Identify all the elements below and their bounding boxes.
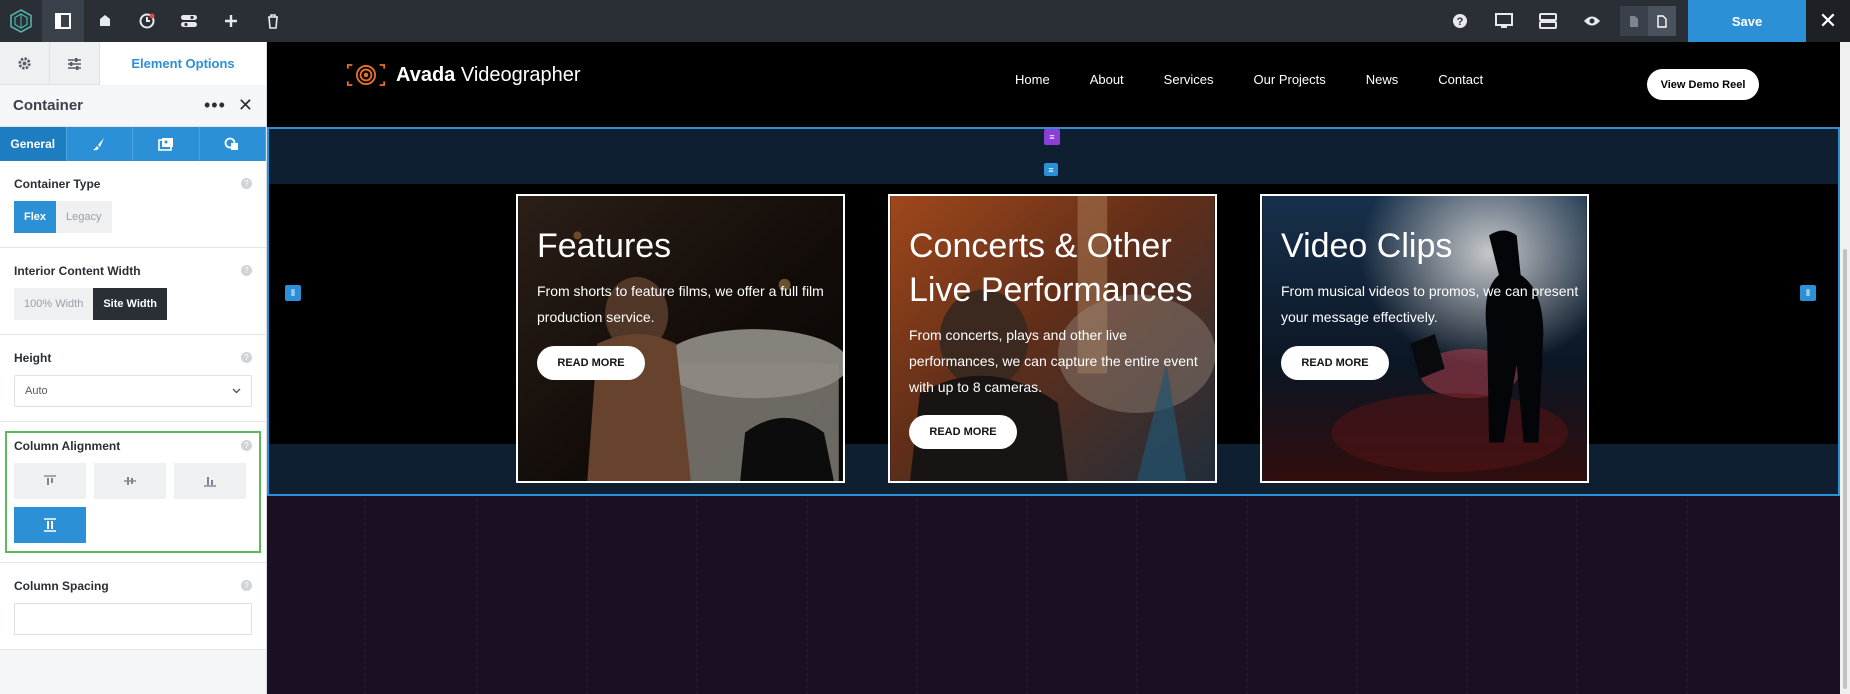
card-text: From musical videos to promos, we can pr… — [1281, 283, 1579, 325]
brand-rest: Videographer — [460, 63, 581, 86]
avada-logo-icon[interactable] — [0, 0, 42, 42]
column-handle-icon[interactable]: ≡ — [1044, 163, 1058, 176]
help-icon[interactable]: ? — [241, 580, 252, 591]
library-icon[interactable] — [84, 0, 126, 42]
nav-about[interactable]: About — [1090, 72, 1124, 87]
nav-news[interactable]: News — [1366, 72, 1399, 87]
card-video-clips: Video Clips From musical videos to promo… — [1260, 194, 1589, 483]
save-button[interactable]: Save — [1688, 0, 1806, 42]
camera-logo-icon — [346, 64, 386, 86]
container-right-resize-handle-icon[interactable]: ⦀ — [1800, 285, 1816, 301]
preview-canvas: Avada Videographer Home About Services O… — [267, 42, 1840, 694]
card-text: From shorts to feature films, we offer a… — [537, 283, 824, 325]
close-panel-icon[interactable]: ✕ — [238, 95, 253, 116]
add-element-icon[interactable] — [210, 0, 252, 42]
tab-general[interactable]: General — [0, 127, 67, 161]
card-text: From concerts, plays and other live perf… — [909, 327, 1198, 395]
delete-icon[interactable] — [252, 0, 294, 42]
layout-sections-icon[interactable] — [1526, 0, 1570, 42]
container-type-label: Container Type — [14, 177, 101, 191]
svg-text:?: ? — [1457, 16, 1464, 28]
height-option: Height ? Auto — [0, 335, 266, 422]
help-icon[interactable]: ? — [241, 352, 252, 363]
align-top-icon[interactable] — [14, 463, 86, 499]
more-options-icon[interactable]: ••• — [204, 95, 226, 116]
align-center-icon[interactable] — [94, 463, 166, 499]
height-select[interactable]: Auto — [14, 375, 252, 407]
height-label: Height — [14, 351, 52, 365]
brand-bold: Avada — [396, 63, 456, 86]
site-title: Avada Videographer — [396, 64, 581, 87]
align-bottom-icon[interactable] — [174, 463, 246, 499]
vertical-scrollbar[interactable] — [1840, 42, 1850, 694]
panel-title: Container — [13, 97, 84, 114]
design-brush-icon[interactable] — [67, 127, 133, 161]
site-brand[interactable]: Avada Videographer — [346, 62, 581, 88]
sliders-icon[interactable] — [50, 42, 100, 85]
align-stretch-icon[interactable] — [14, 507, 86, 543]
read-more-button[interactable]: READ MORE — [537, 346, 645, 380]
container-type-flex[interactable]: Flex — [14, 201, 57, 233]
toolbar-right: ? Save ✕ — [1438, 0, 1850, 42]
desktop-preview-icon[interactable] — [1482, 0, 1526, 42]
option-tabs: General — [0, 127, 266, 161]
toggle-options-icon[interactable] — [168, 0, 210, 42]
view-demo-reel-button[interactable]: View Demo Reel — [1647, 69, 1759, 100]
container-type-toggle: Flex Legacy — [14, 201, 112, 233]
read-more-button[interactable]: READ MORE — [909, 415, 1017, 449]
nav-home[interactable]: Home — [1015, 72, 1050, 87]
read-more-button[interactable]: READ MORE — [1281, 346, 1389, 380]
column-alignment-label: Column Alignment — [14, 439, 121, 453]
card-features: Features From shorts to feature films, w… — [516, 194, 845, 483]
background-image-icon[interactable] — [133, 127, 200, 161]
panel-header: Container ••• ✕ — [0, 85, 266, 127]
history-icon[interactable] — [126, 0, 168, 42]
preview-eye-icon[interactable] — [1570, 0, 1614, 42]
container-type-legacy[interactable]: Legacy — [56, 201, 112, 233]
interior-width-site[interactable]: Site Width — [93, 288, 167, 320]
help-icon[interactable]: ? — [241, 265, 252, 276]
nav-services[interactable]: Services — [1164, 72, 1214, 87]
close-builder-icon[interactable]: ✕ — [1806, 0, 1850, 42]
element-options-sidebar: Element Options Container ••• ✕ General … — [0, 42, 267, 694]
column-alignment-buttons — [14, 463, 252, 543]
settings-gear-icon[interactable] — [0, 42, 50, 85]
interior-width-label: Interior Content Width — [14, 264, 141, 278]
column-alignment-wrapper: Column Alignment ? — [0, 422, 266, 563]
sidebar-tabs: Element Options — [0, 42, 266, 85]
column-spacing-input[interactable] — [14, 603, 252, 635]
interior-width-option: Interior Content Width ? 100% Width Site… — [0, 248, 266, 335]
column-spacing-label: Column Spacing — [14, 579, 109, 593]
site-header: Avada Videographer Home About Services O… — [267, 42, 1840, 127]
builder-toolbar: ? Save ✕ — [0, 0, 1850, 42]
container-type-option: Container Type ? Flex Legacy — [0, 161, 266, 248]
height-select-value: Auto — [25, 385, 48, 397]
column-spacing-option: Column Spacing ? — [0, 563, 266, 650]
card-concerts: Concerts & Other Live Performances From … — [888, 194, 1217, 483]
nav-our-projects[interactable]: Our Projects — [1254, 72, 1326, 87]
container-left-resize-handle-icon[interactable]: ⦀ — [285, 285, 301, 301]
document-icon[interactable] — [1620, 6, 1648, 36]
main-nav: Home About Services Our Projects News Co… — [1015, 72, 1523, 87]
help-icon[interactable]: ? — [241, 178, 252, 189]
tab-element-options[interactable]: Element Options — [100, 42, 266, 85]
column-alignment-option: Column Alignment ? — [5, 431, 261, 553]
container-drag-handle-icon[interactable]: ≡ — [1044, 129, 1060, 145]
sidebar-toggle-icon[interactable] — [42, 0, 84, 42]
help-icon[interactable]: ? — [1438, 0, 1482, 42]
nav-contact[interactable]: Contact — [1438, 72, 1483, 87]
interior-width-toggle: 100% Width Site Width — [14, 288, 167, 320]
card-title: Video Clips — [1281, 227, 1453, 265]
extras-shapes-icon[interactable] — [200, 127, 266, 161]
card-title: Concerts & Other Live Performances — [909, 227, 1193, 309]
chevron-down-icon — [232, 385, 241, 397]
scrollbar-thumb[interactable] — [1843, 249, 1847, 689]
interior-width-100[interactable]: 100% Width — [14, 288, 94, 320]
card-title: Features — [537, 227, 672, 265]
help-icon[interactable]: ? — [241, 440, 252, 451]
page-icon[interactable] — [1648, 6, 1676, 36]
page-view-toggle — [1620, 6, 1676, 36]
